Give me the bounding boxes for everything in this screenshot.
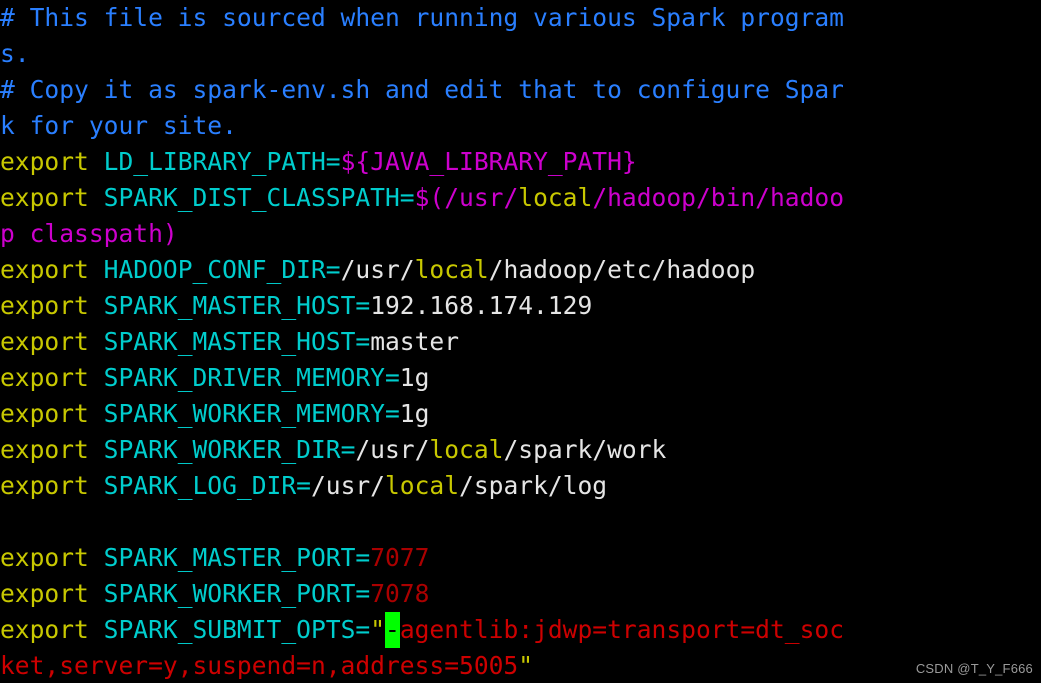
terminal-text-keyword: export — [0, 255, 104, 284]
terminal-text-plain: master — [370, 327, 460, 356]
terminal-text-keyword: export — [0, 147, 104, 176]
terminal-text-variable: SPARK_MASTER_PORT= — [103, 543, 371, 572]
terminal-text-comment: s. — [0, 39, 30, 68]
terminal-text-keyword: export — [0, 543, 104, 572]
terminal-text-quote: " — [518, 651, 534, 680]
terminal-text-comment: # Copy it as spark-env.sh and edit that … — [0, 75, 844, 104]
terminal-text-substitution: /hadoop/bin/hadoo — [592, 183, 845, 212]
terminal-text-plain: /hadoop/etc/hadoop — [488, 255, 756, 284]
terminal-text-builtin: local — [414, 255, 489, 284]
terminal-text-keyword: export — [0, 291, 104, 320]
terminal-text-keyword: export — [0, 183, 104, 212]
terminal-line: export SPARK_WORKER_MEMORY=1g — [0, 396, 1041, 432]
terminal-text-keyword: export — [0, 327, 104, 356]
terminal-line: s. — [0, 36, 1041, 72]
terminal-line: export SPARK_MASTER_HOST=master — [0, 324, 1041, 360]
csdn-watermark: CSDN @T_Y_F666 — [915, 661, 1033, 676]
terminal-text-builtin: local — [385, 471, 460, 500]
terminal-text-variable: SPARK_MASTER_HOST= — [103, 291, 371, 320]
terminal-text-plain: 1g — [399, 399, 430, 428]
terminal-text-keyword: export — [0, 363, 104, 392]
terminal-text-keyword: export — [0, 579, 104, 608]
terminal-text-plain: /usr/ — [355, 435, 430, 464]
terminal-line: p classpath) — [0, 216, 1041, 252]
terminal-text-builtin: local — [518, 183, 593, 212]
terminal-line: export SPARK_MASTER_PORT=7077 — [0, 540, 1041, 576]
terminal-line: export SPARK_DRIVER_MEMORY=1g — [0, 360, 1041, 396]
terminal-text-plain: /usr/ — [310, 471, 385, 500]
terminal-text-string: ket,server=y,suspend=n,address=5005 — [0, 651, 519, 680]
terminal-text-plain: /spark/log — [459, 471, 608, 500]
terminal-line: export SPARK_WORKER_DIR=/usr/local/spark… — [0, 432, 1041, 468]
terminal-text-keyword: export — [0, 615, 104, 644]
terminal-text-plain: 192.168.174.129 — [370, 291, 593, 320]
terminal-text-variable: SPARK_LOG_DIR= — [103, 471, 311, 500]
terminal-line: export LD_LIBRARY_PATH=${JAVA_LIBRARY_PA… — [0, 144, 1041, 180]
terminal-text-variable: SPARK_SUBMIT_OPTS= — [103, 615, 371, 644]
terminal-text-plain: /spark/work — [503, 435, 667, 464]
terminal-line: export SPARK_DIST_CLASSPATH=$(/usr/local… — [0, 180, 1041, 216]
terminal-line: export SPARK_LOG_DIR=/usr/local/spark/lo… — [0, 468, 1041, 504]
terminal-text-comment: # This file is sourced when running vari… — [0, 3, 844, 32]
terminal-text-quote: " — [370, 615, 385, 644]
terminal-text-plain: /usr/ — [340, 255, 415, 284]
terminal-text-comment: k for your site. — [0, 111, 237, 140]
terminal-text-plain: 1g — [399, 363, 430, 392]
terminal-text-substitution: $(/usr/ — [414, 183, 519, 212]
terminal-text-variable: SPARK_WORKER_DIR= — [103, 435, 356, 464]
terminal-text-substitution: p classpath) — [0, 219, 178, 248]
terminal-line: ket,server=y,suspend=n,address=5005" — [0, 648, 1041, 683]
terminal-text-builtin: local — [429, 435, 504, 464]
terminal-line: k for your site. — [0, 108, 1041, 144]
terminal-text-substitution: ${JAVA_LIBRARY_PATH} — [340, 147, 637, 176]
terminal-text-variable: SPARK_MASTER_HOST= — [103, 327, 371, 356]
terminal-text-variable: HADOOP_CONF_DIR= — [103, 255, 341, 284]
terminal-line: export SPARK_MASTER_HOST=192.168.174.129 — [0, 288, 1041, 324]
terminal-line: # This file is sourced when running vari… — [0, 0, 1041, 36]
terminal-text-variable: LD_LIBRARY_PATH= — [103, 147, 341, 176]
text-cursor[interactable]: - — [385, 612, 400, 648]
terminal-text-number: 7078 — [370, 579, 430, 608]
terminal-line: export HADOOP_CONF_DIR=/usr/local/hadoop… — [0, 252, 1041, 288]
terminal-text-number: 7077 — [370, 543, 430, 572]
terminal-text-variable: SPARK_WORKER_MEMORY= — [103, 399, 400, 428]
terminal-text-keyword: export — [0, 435, 104, 464]
terminal-line: # Copy it as spark-env.sh and edit that … — [0, 72, 1041, 108]
terminal-text-variable: SPARK_DIST_CLASSPATH= — [103, 183, 415, 212]
terminal-editor-view[interactable]: # This file is sourced when running vari… — [0, 0, 1041, 683]
terminal-text-keyword: export — [0, 471, 104, 500]
terminal-text-keyword: export — [0, 399, 104, 428]
terminal-text-variable: SPARK_DRIVER_MEMORY= — [103, 363, 400, 392]
terminal-line: export SPARK_SUBMIT_OPTS="-agentlib:jdwp… — [0, 612, 1041, 648]
terminal-text-variable: SPARK_WORKER_PORT= — [103, 579, 371, 608]
terminal-line: export SPARK_WORKER_PORT=7078 — [0, 576, 1041, 612]
terminal-text-string: agentlib:jdwp=transport=dt_soc — [399, 615, 845, 644]
